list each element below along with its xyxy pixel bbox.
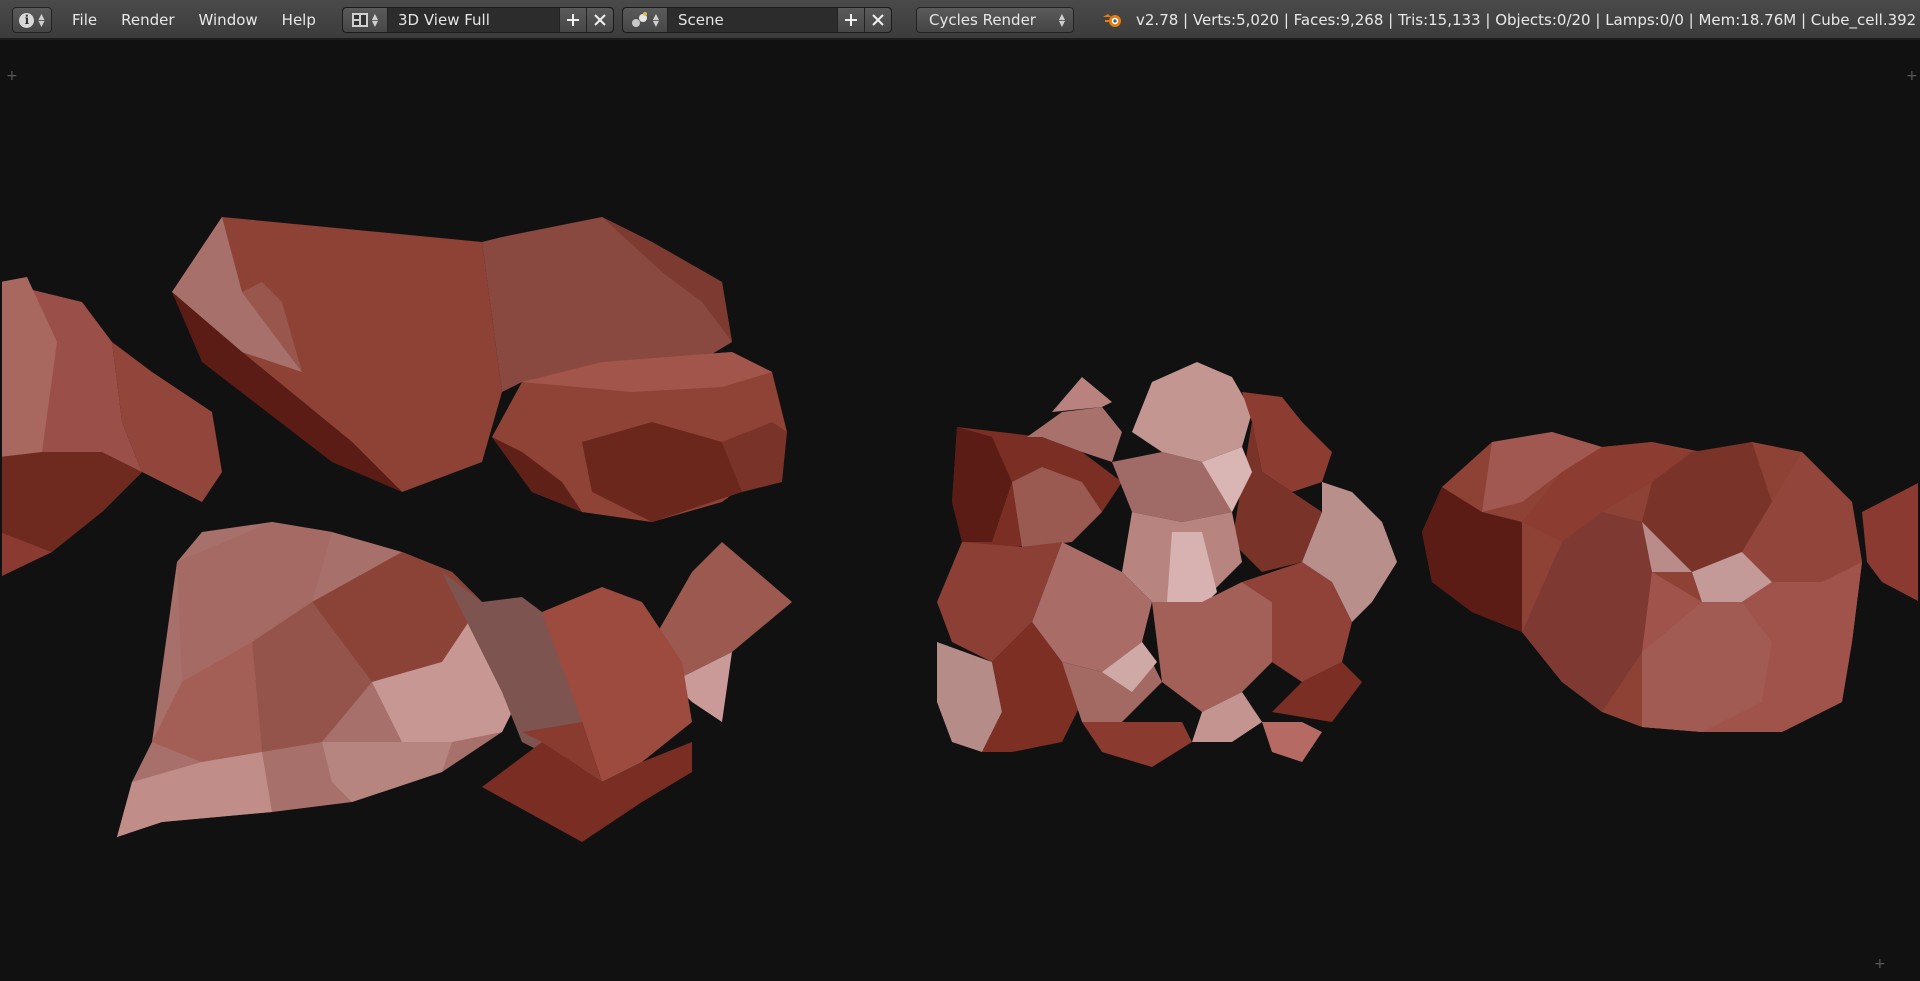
scene-browse-button[interactable]: ▲ ▼	[623, 8, 668, 32]
menu-file[interactable]: File	[60, 11, 109, 29]
scene-icon	[631, 12, 647, 27]
corner-widget-bottom-right[interactable]: +	[1874, 956, 1886, 972]
menu-help[interactable]: Help	[270, 11, 328, 29]
info-header: i ▲ ▼ File Render Window Help ▲ ▼ 3D View …	[0, 0, 1920, 40]
add-layout-button[interactable]	[559, 8, 586, 32]
close-icon	[594, 14, 606, 26]
screen-layout-selector[interactable]: ▲ ▼ 3D View Full	[342, 7, 614, 33]
updown-arrows-icon: ▲ ▼	[371, 12, 379, 28]
menu-render[interactable]: Render	[109, 11, 186, 29]
close-icon	[872, 14, 884, 26]
scene-selector[interactable]: ▲ ▼ Scene	[622, 7, 892, 33]
blender-logo	[1100, 0, 1126, 40]
scene-statistics: v2.78 | Verts:5,020 | Faces:9,268 | Tris…	[1136, 11, 1917, 29]
add-scene-button[interactable]	[837, 8, 864, 32]
scene-name-field[interactable]: Scene	[668, 11, 837, 29]
viewport-canvas: + + +	[2, 42, 1918, 979]
updown-arrows-icon: ▲ ▼	[1058, 12, 1065, 28]
main-menu: File Render Window Help	[60, 0, 328, 40]
render-engine-dropdown[interactable]: Cycles Render ▲ ▼	[916, 7, 1074, 33]
info-icon: i	[19, 12, 35, 28]
3d-viewport[interactable]: + + +	[2, 42, 1918, 979]
render-engine-label: Cycles Render	[929, 11, 1036, 29]
menu-window[interactable]: Window	[187, 11, 270, 29]
blender-logo-icon	[1103, 14, 1121, 27]
remove-scene-button[interactable]	[864, 8, 891, 32]
layout-browse-button[interactable]: ▲ ▼	[343, 8, 388, 32]
corner-widget-top-left[interactable]: +	[6, 68, 18, 84]
corner-widget-top-right[interactable]: +	[1906, 68, 1918, 84]
updown-arrows-icon: ▲ ▼	[38, 12, 45, 28]
plus-icon	[567, 14, 579, 26]
updown-arrows-icon: ▲ ▼	[652, 12, 660, 28]
remove-layout-button[interactable]	[586, 8, 613, 32]
editor-type-selector[interactable]: i ▲ ▼	[12, 7, 52, 33]
layout-name-field[interactable]: 3D View Full	[388, 11, 559, 29]
screen-layout-icon	[351, 13, 368, 27]
plus-icon	[845, 14, 857, 26]
